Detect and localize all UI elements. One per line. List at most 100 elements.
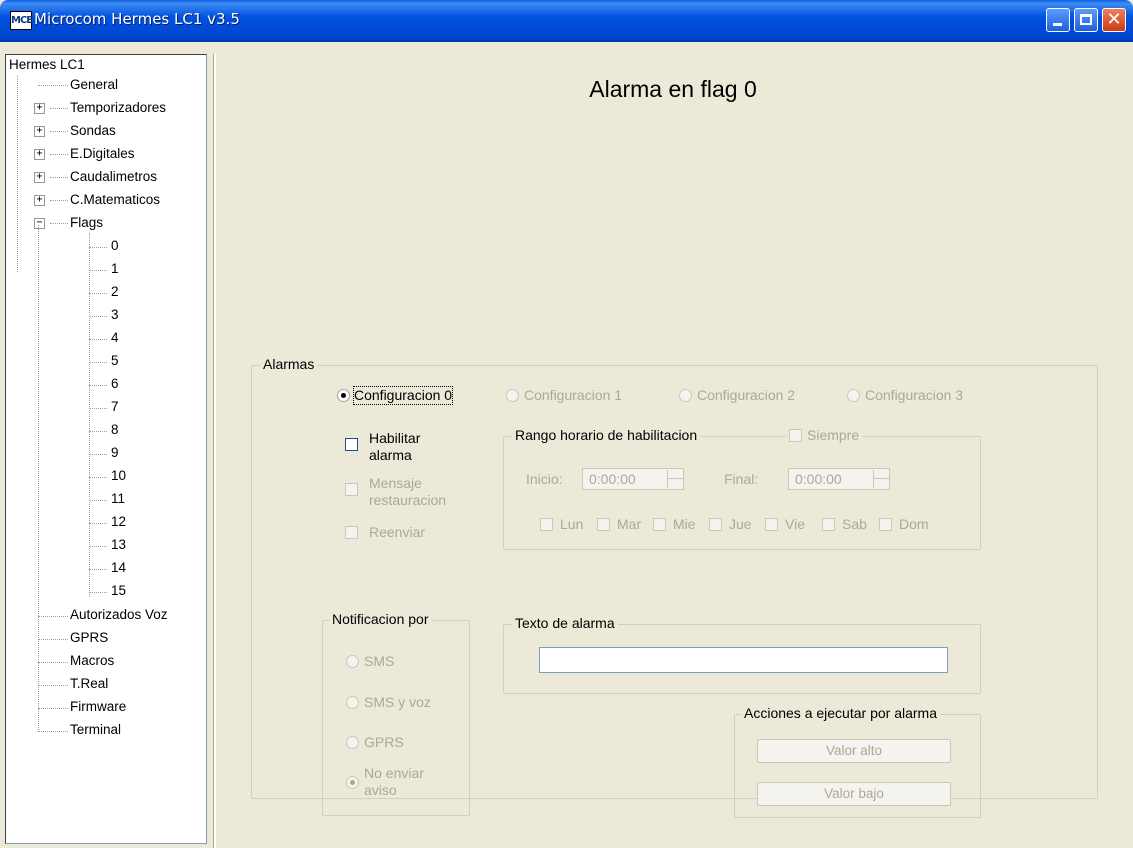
siempre-checkbox[interactable] xyxy=(789,429,802,442)
tree-item-flag-1[interactable]: 1 xyxy=(111,261,119,276)
expand-icon[interactable]: + xyxy=(34,195,45,206)
tree-item-flag-4[interactable]: 4 xyxy=(111,330,119,345)
config-2-radio[interactable] xyxy=(679,389,692,402)
inicio-time-field[interactable]: 0:00:00 xyxy=(582,468,684,490)
minimize-icon xyxy=(1053,23,1062,26)
tree-line xyxy=(89,500,107,501)
siempre-label: Siempre xyxy=(807,427,860,443)
tree-item-t-real[interactable]: T.Real xyxy=(70,676,108,691)
tree-item-autorizados-voz[interactable]: Autorizados Voz xyxy=(70,607,168,622)
tree-line xyxy=(50,223,68,224)
rango-horario-label: Rango horario de habilitacion xyxy=(512,427,701,443)
config-0-radio[interactable] xyxy=(337,389,350,402)
final-spinner-icon[interactable] xyxy=(873,470,890,488)
day-mie-checkbox[interactable] xyxy=(653,518,666,531)
title-bar[interactable]: MCE Microcom Hermes LC1 v3.5 ✕ xyxy=(0,0,1133,42)
final-time-field[interactable]: 0:00:00 xyxy=(788,468,890,490)
pane-splitter[interactable] xyxy=(213,54,216,848)
reenviar-label: Reenviar xyxy=(369,524,426,540)
tree-item-e-digitales[interactable]: E.Digitales xyxy=(70,146,135,161)
close-icon: ✕ xyxy=(1106,9,1122,30)
day-jue-checkbox[interactable] xyxy=(709,518,722,531)
tree-line xyxy=(89,339,107,340)
tree-item-temporizadores[interactable]: Temporizadores xyxy=(70,100,166,115)
mensaje-restauracion-checkbox[interactable] xyxy=(345,483,358,496)
tree-line xyxy=(38,616,68,617)
tree-item-flag-9[interactable]: 9 xyxy=(111,445,119,460)
tree-line xyxy=(89,293,107,294)
texto-alarma-input[interactable] xyxy=(539,647,948,673)
tree-item-gprs[interactable]: GPRS xyxy=(70,630,108,645)
app-logo-icon: MCE xyxy=(10,11,33,30)
final-label: Final: xyxy=(724,471,759,487)
tree-item-flag-15[interactable]: 15 xyxy=(111,583,126,598)
day-dom-checkbox[interactable] xyxy=(879,518,892,531)
notif-no-enviar-radio[interactable] xyxy=(346,776,359,789)
day-jue-label: Jue xyxy=(729,516,752,532)
config-0-label[interactable]: Configuracion 0 xyxy=(352,386,454,405)
expand-icon[interactable]: + xyxy=(34,103,45,114)
valor-bajo-button[interactable]: Valor bajo xyxy=(757,782,951,806)
day-lun-checkbox[interactable] xyxy=(540,518,553,531)
tree-line xyxy=(89,247,107,248)
tree-line xyxy=(89,233,90,597)
tree-line xyxy=(89,270,107,271)
tree-item-flag-12[interactable]: 12 xyxy=(111,514,126,529)
tree-item-flag-14[interactable]: 14 xyxy=(111,560,126,575)
tree-item-flag-2[interactable]: 2 xyxy=(111,284,119,299)
notificacion-label: Notificacion por xyxy=(329,611,432,627)
tree-item-flag-10[interactable]: 10 xyxy=(111,468,126,483)
inicio-spinner-icon[interactable] xyxy=(667,470,684,488)
tree-item-sondas[interactable]: Sondas xyxy=(70,123,116,138)
config-3-label[interactable]: Configuracion 3 xyxy=(865,387,963,404)
tree-line xyxy=(89,431,107,432)
tree-item-caudalimetros[interactable]: Caudalimetros xyxy=(70,169,157,184)
config-3-radio[interactable] xyxy=(847,389,860,402)
day-sab-checkbox[interactable] xyxy=(822,518,835,531)
expand-icon[interactable]: + xyxy=(34,172,45,183)
valor-alto-button[interactable]: Valor alto xyxy=(757,739,951,763)
tree-item-terminal[interactable]: Terminal xyxy=(70,722,121,737)
tree-item-macros[interactable]: Macros xyxy=(70,653,114,668)
mensaje-restauracion-label-1: Mensaje xyxy=(369,475,422,491)
notif-sms-voz-radio[interactable] xyxy=(346,696,359,709)
expand-icon[interactable]: + xyxy=(34,149,45,160)
tree-item-flag-6[interactable]: 6 xyxy=(111,376,119,391)
navigation-tree[interactable]: Hermes LC1 General + Temporizadores + So… xyxy=(5,54,207,844)
day-sab-label: Sab xyxy=(842,516,867,532)
tree-root-hermes[interactable]: Hermes LC1 xyxy=(9,57,85,72)
day-vie-checkbox[interactable] xyxy=(765,518,778,531)
tree-item-c-matematicos[interactable]: C.Matematicos xyxy=(70,192,160,207)
maximize-button[interactable] xyxy=(1074,8,1098,32)
day-mar-checkbox[interactable] xyxy=(597,518,610,531)
close-button[interactable]: ✕ xyxy=(1102,8,1126,32)
acciones-group: Acciones a ejecutar por alarma Valor alt… xyxy=(734,705,981,818)
notif-sms-radio[interactable] xyxy=(346,655,359,668)
day-dom-label: Dom xyxy=(899,516,929,532)
tree-item-flag-0[interactable]: 0 xyxy=(111,238,119,253)
tree-line xyxy=(89,316,107,317)
tree-line xyxy=(38,731,68,732)
tree-item-flag-3[interactable]: 3 xyxy=(111,307,119,322)
tree-item-flag-13[interactable]: 13 xyxy=(111,537,126,552)
tree-item-flag-5[interactable]: 5 xyxy=(111,353,119,368)
tree-item-flag-8[interactable]: 8 xyxy=(111,422,119,437)
tree-line xyxy=(38,685,68,686)
day-lun-label: Lun xyxy=(560,516,584,532)
tree-item-general[interactable]: General xyxy=(70,77,118,92)
tree-item-flags[interactable]: Flags xyxy=(70,215,103,230)
tree-item-firmware[interactable]: Firmware xyxy=(70,699,126,714)
notif-gprs-radio[interactable] xyxy=(346,736,359,749)
collapse-icon[interactable]: − xyxy=(34,218,45,229)
reenviar-checkbox[interactable] xyxy=(345,526,358,539)
config-2-label[interactable]: Configuracion 2 xyxy=(697,387,795,404)
tree-line xyxy=(89,546,107,547)
tree-line xyxy=(89,523,107,524)
config-1-label[interactable]: Configuracion 1 xyxy=(524,387,622,404)
tree-item-flag-7[interactable]: 7 xyxy=(111,399,119,414)
minimize-button[interactable] xyxy=(1046,8,1070,32)
habilitar-alarma-checkbox[interactable] xyxy=(345,438,358,451)
tree-item-flag-11[interactable]: 11 xyxy=(111,491,125,506)
expand-icon[interactable]: + xyxy=(34,126,45,137)
config-1-radio[interactable] xyxy=(506,389,519,402)
